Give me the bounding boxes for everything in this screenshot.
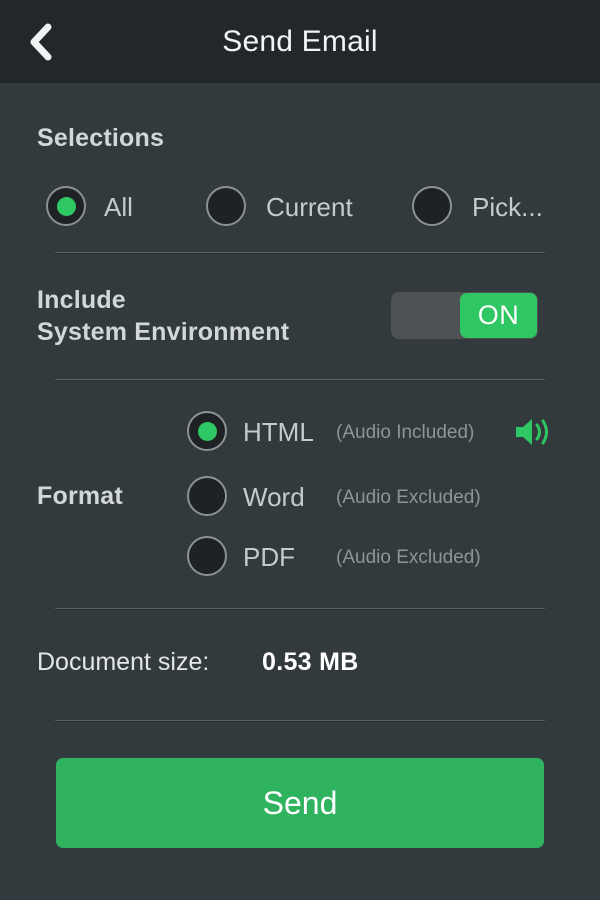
radio-selection-current-label: Current (266, 192, 353, 222)
radio-format-html-label: HTML (243, 417, 314, 447)
radio-selection-pick-label: Pick... (472, 192, 543, 222)
radio-format-pdf-note: (Audio Excluded) (336, 547, 481, 568)
radio-format-html[interactable] (187, 411, 227, 451)
radio-selection-all[interactable] (46, 186, 86, 226)
document-size-label: Document size: (37, 648, 210, 676)
format-heading: Format (37, 482, 123, 510)
radio-format-pdf-label: PDF (243, 542, 295, 572)
selections-heading: Selections (37, 124, 165, 152)
separator-4 (55, 720, 545, 722)
radio-format-word-note: (Audio Excluded) (336, 487, 481, 508)
radio-format-pdf[interactable] (187, 536, 227, 576)
radio-selection-current[interactable] (206, 186, 246, 226)
include-system-environment-label-line1: Include (37, 286, 126, 314)
radio-format-word-label: Word (243, 482, 305, 512)
separator-2 (55, 379, 545, 381)
page-title: Send Email (222, 25, 378, 58)
document-size-value: 0.53 MB (262, 648, 359, 676)
include-system-environment-label-line2: System Environment (37, 318, 290, 346)
app-header: Send Email (0, 0, 600, 83)
speaker-icon (513, 416, 551, 448)
radio-format-html-note: (Audio Included) (336, 422, 475, 443)
toggle-state-label: ON (460, 293, 537, 338)
separator-3 (55, 608, 545, 610)
radio-selection-pick[interactable] (412, 186, 452, 226)
include-system-environment-toggle[interactable]: ON (391, 292, 538, 339)
radio-format-word[interactable] (187, 476, 227, 516)
separator-1 (55, 252, 545, 254)
radio-selection-all-label: All (104, 192, 133, 222)
send-button[interactable]: Send (56, 758, 544, 848)
